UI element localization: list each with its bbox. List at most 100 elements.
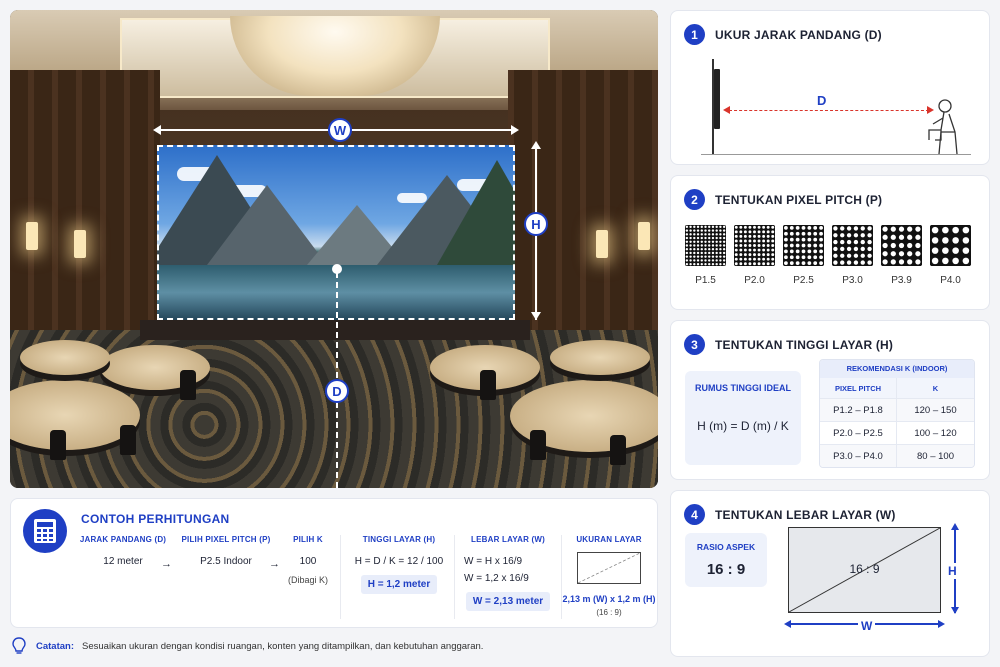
col-head: LEBAR LAYAR (W) xyxy=(471,535,545,544)
formula-expression: H (m) = D (m) / K xyxy=(697,419,789,433)
pitch-label: P3.9 xyxy=(891,275,912,286)
col-head: UKURAN LAYAR xyxy=(576,535,642,544)
table-header: PIXEL PITCH K xyxy=(820,378,974,398)
col-value: 100 xyxy=(299,556,317,567)
calc-col-width: LEBAR LAYAR (W) W = H x 16/9 W = 1,2 x 1… xyxy=(458,535,558,611)
table-row: P3.0 – P4.0 80 – 100 xyxy=(820,444,974,467)
pitch-label: P4.0 xyxy=(940,275,961,286)
step-2-card: 2 TENTUKAN PIXEL PITCH (P) P1.5 P2.0 P2.5 P… xyxy=(670,175,990,310)
pitch-label: P2.0 xyxy=(744,275,765,286)
pitch-label: P1.5 xyxy=(695,275,716,286)
screen-size-result: 2,13 m (W) x 1,2 m (H) xyxy=(562,594,656,604)
chair xyxy=(480,370,496,400)
header-pixel-pitch: PIXEL PITCH xyxy=(820,378,897,398)
wall-lamp xyxy=(638,222,650,250)
step-title: TENTUKAN LEBAR LAYAR (W) xyxy=(715,507,896,522)
led-dot-grid xyxy=(930,225,971,266)
chair xyxy=(180,370,196,400)
note-text: Sesuaikan ukuran dengan kondisi ruangan,… xyxy=(82,640,484,652)
col-sub: (Dibagi K) xyxy=(287,575,328,585)
k-range: 80 – 100 xyxy=(917,450,954,462)
led-dot-grid xyxy=(734,225,775,266)
pixel-pitch-option: P4.0 xyxy=(930,225,971,286)
step-1-card: 1 UKUR JARAK PANDANG (D) D xyxy=(670,10,990,165)
pitch-range: P1.2 – P1.8 xyxy=(820,399,897,421)
col-value: W = H x 16/9 xyxy=(464,556,523,567)
col-value: W = 1,2 x 16/9 xyxy=(464,573,529,584)
formula-title: RUMUS TINGGI IDEAL xyxy=(695,383,791,393)
col-head: JARAK PANDANG (D) xyxy=(79,535,167,544)
distance-origin-dot xyxy=(332,264,342,274)
wall-panel-left xyxy=(10,70,160,360)
step-title: TENTUKAN TINGGI LAYAR (H) xyxy=(715,337,894,352)
pitch-range: P2.0 – P2.5 xyxy=(820,422,897,444)
col-sub: (16 : 9) xyxy=(596,608,622,617)
calc-col-size: UKURAN LAYAR 2,13 m (W) x 1,2 m (H) (16 … xyxy=(562,535,656,617)
col-value: P2.5 Indoor xyxy=(200,556,252,567)
table-row: P1.2 – P1.8 120 – 150 xyxy=(820,398,974,421)
table-title: REKOMENDASI K (INDOOR) xyxy=(820,360,974,378)
height-result: H = 1,2 meter xyxy=(360,575,438,594)
chair xyxy=(610,435,626,465)
screen-size-thumbnail xyxy=(577,552,641,584)
width-result: W = 2,13 meter xyxy=(465,592,551,611)
note-label: Catatan: xyxy=(36,640,75,652)
example-calculation-panel: CONTOH PERHITUNGAN JARAK PANDANG (D) 12 … xyxy=(10,498,658,628)
height-dimension-label: H xyxy=(948,563,957,579)
pixel-pitch-option: P2.0 xyxy=(734,225,775,286)
step-3-card: 3 TENTUKAN TINGGI LAYAR (H) RUMUS TINGGI… xyxy=(670,320,990,480)
step-number: 3 xyxy=(684,334,705,355)
header-k: K xyxy=(932,383,939,393)
calc-col-pitch: PILIH PIXEL PITCH (P) P2.5 Indoor xyxy=(176,535,276,567)
chair xyxy=(50,430,66,460)
column-divider xyxy=(454,535,455,619)
ballroom-photo: W H D xyxy=(10,10,658,488)
calc-col-height: TINGGI LAYAR (H) H = D / K = 12 / 100 H … xyxy=(347,535,451,594)
aspect-value: 16 : 9 xyxy=(706,561,746,578)
chair xyxy=(120,425,136,455)
step-number: 2 xyxy=(684,189,705,210)
step-title: UKUR JARAK PANDANG (D) xyxy=(715,27,882,42)
example-title: CONTOH PERHITUNGAN xyxy=(81,512,230,526)
calc-col-distance: JARAK PANDANG (D) 12 meter xyxy=(73,535,173,567)
calc-col-k: PILIH K 100 (Dibagi K) xyxy=(281,535,335,585)
pixel-pitch-option: P1.5 xyxy=(685,225,726,286)
screen-side-view xyxy=(714,69,720,129)
arrow-right-icon: → xyxy=(269,558,280,570)
col-value: 12 meter xyxy=(103,556,143,567)
k-range: 120 – 150 xyxy=(914,404,957,416)
width-dimension-label: W xyxy=(858,619,876,633)
column-divider xyxy=(340,535,341,619)
distance-dashed-line xyxy=(729,110,929,111)
pixel-pitch-options: P1.5 P2.0 P2.5 P3.0 P3.9 P4.0 xyxy=(685,225,971,286)
calculator-icon xyxy=(23,509,67,553)
step-title: TENTUKAN PIXEL PITCH (P) xyxy=(715,192,883,207)
col-head: PILIH K xyxy=(293,535,323,544)
seated-viewer-icon xyxy=(928,99,958,155)
col-head: PILIH PIXEL PITCH (P) xyxy=(181,535,271,544)
led-dot-grid xyxy=(832,225,873,266)
step-number: 4 xyxy=(684,504,705,525)
col-value: H = D / K = 12 / 100 xyxy=(354,556,444,567)
led-dot-grid xyxy=(881,225,922,266)
note-bar: Catatan: Sesuaikan ukuran dengan kondisi… xyxy=(10,632,658,660)
pitch-label: P3.0 xyxy=(842,275,863,286)
width-badge: W xyxy=(328,118,352,142)
screen-rectangle: 16 : 9 xyxy=(788,527,941,613)
table-row: P2.0 – P2.5 100 – 120 xyxy=(820,421,974,444)
aspect-title: RASIO ASPEK xyxy=(696,542,756,552)
pitch-label: P2.5 xyxy=(793,275,814,286)
banquet-table xyxy=(550,340,650,375)
wall-lamp xyxy=(74,230,86,258)
pitch-range: P3.0 – P4.0 xyxy=(820,445,897,467)
wall-lamp xyxy=(26,222,38,250)
pixel-pitch-option: P2.5 xyxy=(783,225,824,286)
col-head: TINGGI LAYAR (H) xyxy=(362,535,436,544)
step-number: 1 xyxy=(684,24,705,45)
pixel-pitch-option: P3.9 xyxy=(881,225,922,286)
stage xyxy=(140,320,530,340)
led-dot-grid xyxy=(685,225,726,266)
step-4-card: 4 TENTUKAN LEBAR LAYAR (W) RASIO ASPEK 1… xyxy=(670,490,990,657)
wall-lamp xyxy=(596,230,608,258)
height-badge: H xyxy=(524,212,548,236)
